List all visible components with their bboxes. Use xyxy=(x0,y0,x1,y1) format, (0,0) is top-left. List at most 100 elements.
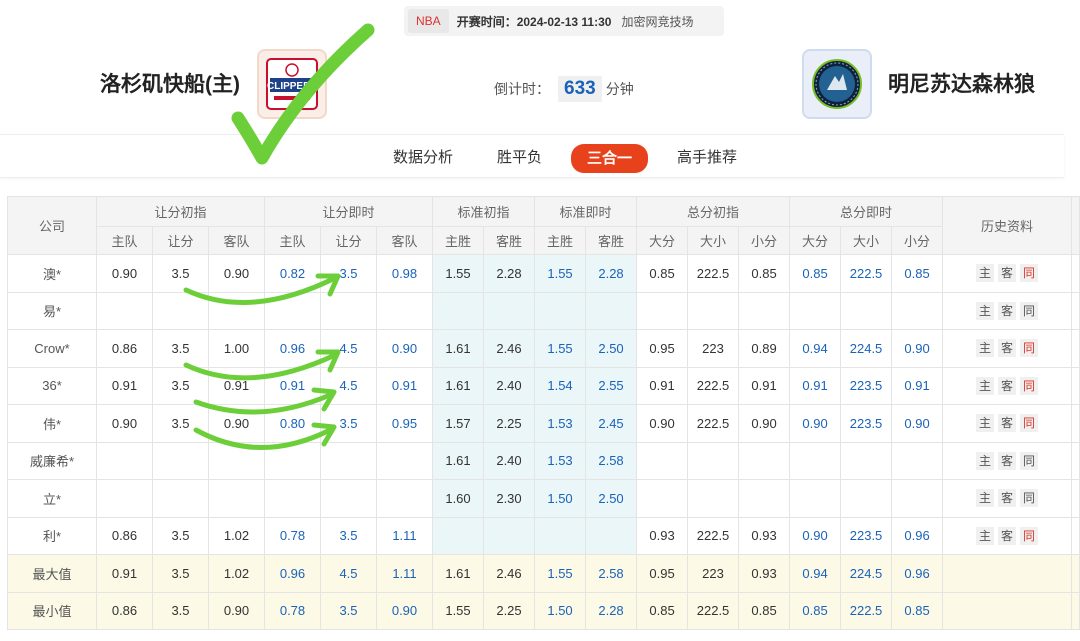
home-history-button[interactable]: 主 xyxy=(976,451,995,470)
summary-total-live-cell: 222.5 xyxy=(840,591,893,630)
away-history-button[interactable]: 客 xyxy=(998,414,1017,433)
total-open-cell: 222.5 xyxy=(687,516,740,555)
subheader-home: 主队 xyxy=(96,226,153,255)
summary-standard-open-cell: 2.25 xyxy=(482,591,536,630)
table-row[interactable]: 利* 0.86 3.5 1.02 0.78 3.5 1.11 0.93 222.5 0.93 0.9… xyxy=(7,516,1080,555)
home-history-button[interactable]: 主 xyxy=(976,264,995,283)
away-team-logo[interactable] xyxy=(802,49,872,119)
tab-three-in-one[interactable]: 三合一 xyxy=(571,144,649,173)
summary-standard-open-cell: 1.61 xyxy=(432,554,484,593)
standard-live-cell xyxy=(534,516,587,555)
home-history-button[interactable]: 主 xyxy=(976,376,995,395)
tab-win-draw-loss[interactable]: 胜平负 xyxy=(497,145,542,171)
company-name: 利* xyxy=(7,516,97,555)
total-live-cell: 224.5 xyxy=(840,329,893,368)
standard-open-cell: 1.61 xyxy=(432,329,484,368)
total-live-cell xyxy=(891,479,944,518)
tab-data-analysis[interactable]: 数据分析 xyxy=(393,145,453,171)
summary-label: 最小值 xyxy=(7,591,97,630)
handicap-live-cell: 0.95 xyxy=(376,404,433,443)
same-history-button[interactable]: 同 xyxy=(1020,376,1039,395)
same-history-button[interactable]: 同 xyxy=(1020,264,1039,283)
standard-open-cell: 2.40 xyxy=(482,441,536,480)
total-live-cell: 223.5 xyxy=(840,366,893,405)
handicap-live-cell xyxy=(376,291,433,330)
table-row[interactable]: Crow* 0.86 3.5 1.00 0.96 4.5 0.90 1.61 2.46 1.55 2… xyxy=(7,329,1080,368)
header-total-open: 总分初指 xyxy=(636,196,791,227)
table-row[interactable]: 澳* 0.90 3.5 0.90 0.82 3.5 0.98 1.55 2.28 1.55 2.28… xyxy=(7,254,1080,293)
total-open-cell: 0.90 xyxy=(738,404,791,443)
away-history-button[interactable]: 客 xyxy=(998,451,1017,470)
company-name: 伟* xyxy=(7,404,97,443)
handicap-open-cell xyxy=(96,291,153,330)
total-open-cell: 0.93 xyxy=(636,516,689,555)
same-history-button[interactable]: 同 xyxy=(1020,301,1039,320)
total-live-cell: 0.85 xyxy=(789,254,842,293)
total-live-cell: 0.85 xyxy=(891,254,944,293)
same-history-button[interactable]: 同 xyxy=(1020,526,1039,545)
summary-handicap-live-cell: 3.5 xyxy=(320,591,377,630)
handicap-open-cell xyxy=(152,291,209,330)
home-team-name[interactable]: 洛杉矶快船(主) xyxy=(100,68,240,98)
tab-expert-picks[interactable]: 高手推荐 xyxy=(677,145,737,171)
same-history-button[interactable]: 同 xyxy=(1020,414,1039,433)
table-row[interactable]: 威廉希* 1.61 2.40 1.53 2.58 主客同 xyxy=(7,441,1080,480)
away-team-name[interactable]: 明尼苏达森林狼 xyxy=(888,68,1035,98)
history-buttons: 主客同 xyxy=(943,376,1071,395)
total-live-cell: 0.90 xyxy=(789,404,842,443)
summary-standard-open-cell: 1.55 xyxy=(432,591,484,630)
total-live-cell: 0.90 xyxy=(891,329,944,368)
total-open-cell xyxy=(636,441,689,480)
home-history-button[interactable]: 主 xyxy=(976,489,995,508)
home-history-button[interactable]: 主 xyxy=(976,301,995,320)
summary-handicap-live-cell: 0.90 xyxy=(376,591,433,630)
countdown-unit: 分钟 xyxy=(605,81,634,97)
away-history-button[interactable]: 客 xyxy=(998,264,1017,283)
company-name: 易* xyxy=(7,291,97,330)
handicap-live-cell: 3.5 xyxy=(320,254,377,293)
total-open-cell xyxy=(738,441,791,480)
total-live-cell: 223.5 xyxy=(840,516,893,555)
home-history-button[interactable]: 主 xyxy=(976,414,995,433)
handicap-live-cell: 0.78 xyxy=(264,516,321,555)
away-history-button[interactable]: 客 xyxy=(998,489,1017,508)
handicap-open-cell: 0.90 xyxy=(208,254,265,293)
handicap-live-cell xyxy=(376,479,433,518)
total-open-cell xyxy=(636,479,689,518)
home-history-button[interactable]: 主 xyxy=(976,339,995,358)
header-standard-open: 标准初指 xyxy=(431,196,536,227)
history-cell: 主客同 xyxy=(942,291,1073,330)
total-live-cell: 0.91 xyxy=(891,366,944,405)
same-history-button[interactable]: 同 xyxy=(1020,339,1039,358)
match-venue: 加密网竞技场 xyxy=(621,14,694,29)
away-history-button[interactable]: 客 xyxy=(998,339,1017,358)
handicap-live-cell: 3.5 xyxy=(320,404,377,443)
table-row[interactable]: 易* 主客同 xyxy=(7,291,1080,330)
home-history-button[interactable]: 主 xyxy=(976,526,995,545)
countdown: 倒计时： 633 分钟 xyxy=(494,76,634,102)
summary-handicap-open-cell: 0.86 xyxy=(96,591,153,630)
same-history-button[interactable]: 同 xyxy=(1020,451,1039,470)
handicap-open-cell xyxy=(208,441,265,480)
table-row[interactable]: 36* 0.91 3.5 0.91 0.91 4.5 0.91 1.61 2.40 1.54 2.5… xyxy=(7,366,1080,405)
handicap-open-cell xyxy=(152,441,209,480)
same-history-button[interactable]: 同 xyxy=(1020,489,1039,508)
handicap-open-cell xyxy=(96,441,153,480)
standard-open-cell: 1.61 xyxy=(432,441,484,480)
total-live-cell xyxy=(840,441,893,480)
summary-total-open-cell: 0.85 xyxy=(636,591,689,630)
total-live-cell: 222.5 xyxy=(840,254,893,293)
away-history-button[interactable]: 客 xyxy=(998,526,1017,545)
row-edge xyxy=(1071,554,1080,593)
home-team-logo[interactable]: CLIPPERS xyxy=(257,49,327,119)
total-open-cell: 222.5 xyxy=(687,366,740,405)
away-history-button[interactable]: 客 xyxy=(998,376,1017,395)
table-row[interactable]: 伟* 0.90 3.5 0.90 0.80 3.5 0.95 1.57 2.25 1.53 2.45… xyxy=(7,404,1080,443)
table-row[interactable]: 立* 1.60 2.30 1.50 2.50 主客同 xyxy=(7,479,1080,518)
summary-total-live-cell: 0.85 xyxy=(789,591,842,630)
away-history-button[interactable]: 客 xyxy=(998,301,1017,320)
handicap-live-cell: 0.90 xyxy=(376,329,433,368)
handicap-open-cell: 0.91 xyxy=(208,366,265,405)
total-open-cell xyxy=(738,479,791,518)
subheader-line: 大小 xyxy=(840,226,893,255)
